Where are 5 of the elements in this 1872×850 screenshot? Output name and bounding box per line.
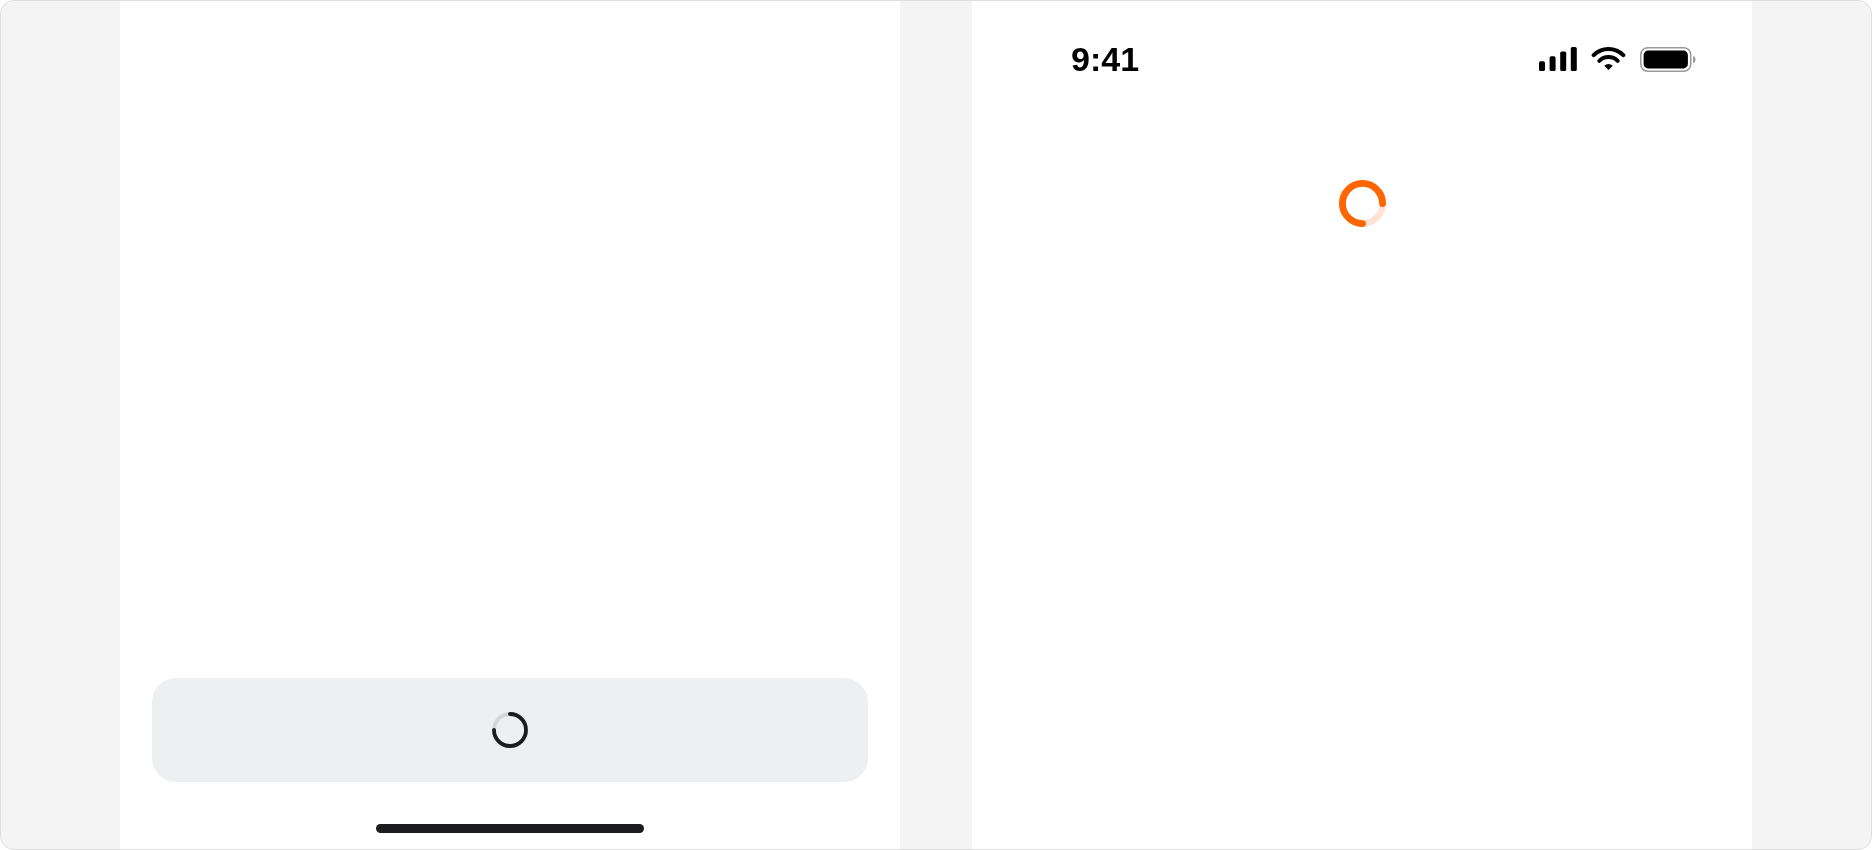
loading-button[interactable]	[152, 678, 868, 782]
status-time: 9:41	[1071, 42, 1140, 76]
signal-icon	[1539, 47, 1577, 71]
battery-icon	[1640, 46, 1696, 72]
wifi-icon	[1591, 47, 1626, 71]
